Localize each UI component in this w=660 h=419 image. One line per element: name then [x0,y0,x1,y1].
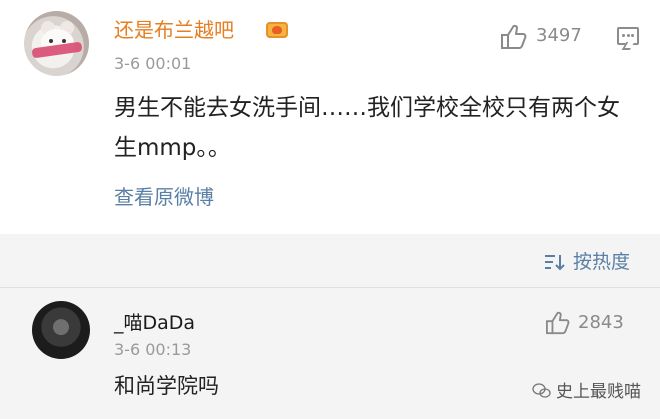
divider [0,287,660,288]
comment-like-count: 2843 [578,312,624,333]
sort-icon[interactable] [543,252,567,272]
thumbs-up-icon[interactable] [545,311,571,339]
comment-avatar[interactable] [32,301,90,359]
post-content: 男生不能去女洗手间……我们学校全校只有两个女生mmp。。 [114,95,620,161]
wechat-logo-icon [532,383,552,399]
post-avatar[interactable] [24,11,89,76]
comment-timestamp: 3-6 00:13 [114,340,192,359]
thumbs-up-icon[interactable] [500,24,528,54]
sort-by-hot-button[interactable]: 按热度 [573,249,630,275]
comment-content: 和尚学院吗 [114,374,219,398]
crown-badge-icon [266,22,288,38]
view-original-link[interactable]: 查看原微博 [114,184,214,210]
comment-username[interactable]: _喵DaDa [114,311,195,335]
comment-icon[interactable] [617,27,639,45]
post-username[interactable]: 还是布兰越吧 [114,17,234,43]
post-like-count: 3497 [536,25,582,46]
watermark-text: 史上最贱喵 [556,382,641,402]
post-timestamp: 3-6 00:01 [114,54,192,73]
